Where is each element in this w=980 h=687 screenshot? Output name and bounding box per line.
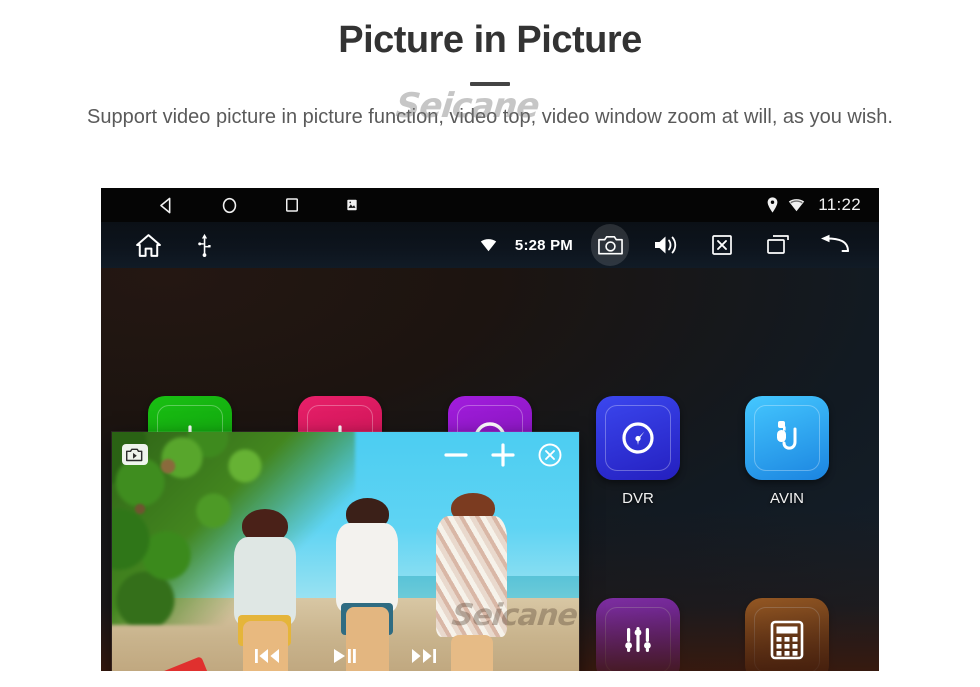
page-title: Picture in Picture [338,19,642,61]
app-tile-amplifier[interactable]: Amplifier [573,598,703,671]
back-icon[interactable] [157,196,176,215]
amplifier-icon[interactable] [596,598,680,671]
android-status-bar: 11:22 [101,188,879,222]
page-header: Picture in Picture Support video picture… [0,0,980,133]
app-tile-avin[interactable]: AVIN [722,396,852,507]
pip-video-badge [122,444,148,465]
status-bar-clock: 11:22 [818,195,861,214]
wifi-icon [480,238,497,252]
app-label: AVIN [770,490,804,507]
app-label: DVR [622,490,654,507]
zoom-in-button[interactable] [486,438,520,472]
usb-icon[interactable] [198,233,211,257]
calculator-icon[interactable] [745,598,829,671]
wifi-icon [788,198,805,212]
calculator-glyph-icon [770,620,804,660]
page-subtitle: Support video picture in picture functio… [87,105,893,128]
recents-icon[interactable] [283,196,301,214]
dvr-gauge-icon [617,417,659,459]
pip-controls [439,438,567,472]
camera-button[interactable] [591,224,629,266]
app-tile-calculator[interactable]: Calculator [722,598,852,671]
previous-button[interactable] [254,646,281,666]
device-screen: 11:22 5:28 PM DVR AVIN [101,188,879,671]
app-toolbar: 5:28 PM [101,222,879,268]
pip-window[interactable] [112,432,579,671]
location-icon [766,197,779,213]
close-button[interactable] [533,438,567,472]
title-divider [470,81,510,86]
mute-button[interactable] [703,224,741,266]
app-tile-dvr[interactable]: DVR [573,396,703,507]
back-button[interactable] [815,224,853,266]
play-pause-button[interactable] [333,646,358,666]
zoom-out-button[interactable] [439,438,473,472]
home-icon[interactable] [220,196,239,215]
volume-button[interactable] [647,224,685,266]
pip-transport-controls [112,646,579,666]
toolbar-clock: 5:28 PM [514,236,573,254]
status-bar-indicators: 11:22 [766,195,861,215]
dvr-icon[interactable] [596,396,680,480]
toolbar-left-group [135,233,211,258]
home-icon[interactable] [135,233,162,258]
next-button[interactable] [410,646,437,666]
sliders-icon [619,621,657,659]
avin-plug-icon [767,417,807,459]
toolbar-right-group: 5:28 PM [480,224,853,266]
avin-icon[interactable] [745,396,829,480]
home-screen: Netflix SiriusXM [101,268,879,671]
multiwindow-button[interactable] [759,224,797,266]
screenshot-icon[interactable] [345,198,359,212]
status-bar-nav-group [157,196,359,215]
